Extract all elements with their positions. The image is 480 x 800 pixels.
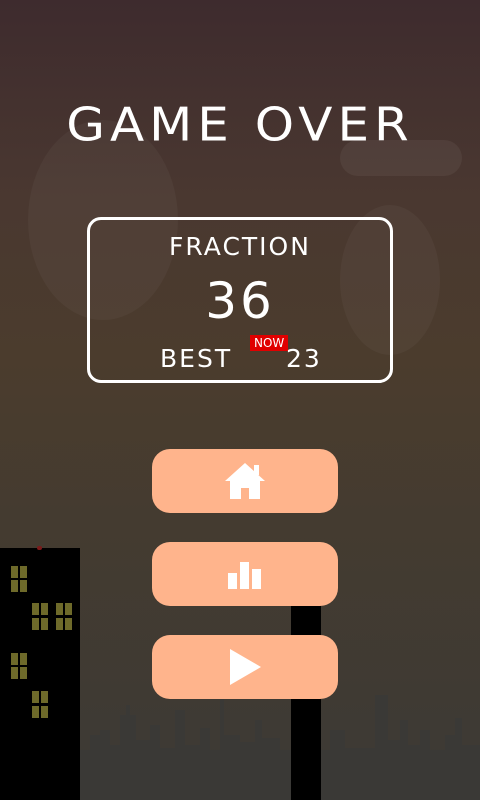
window bbox=[56, 618, 63, 630]
window bbox=[41, 691, 48, 703]
window bbox=[32, 691, 39, 703]
window bbox=[65, 603, 72, 615]
window bbox=[20, 566, 27, 578]
window bbox=[32, 603, 39, 615]
home-button[interactable] bbox=[152, 449, 338, 513]
window bbox=[11, 580, 18, 592]
home-icon bbox=[225, 463, 265, 499]
play-button[interactable] bbox=[152, 635, 338, 699]
score-value: 36 bbox=[205, 272, 275, 330]
score-label: FRACTION bbox=[169, 232, 311, 261]
best-label: BEST bbox=[160, 344, 233, 373]
window bbox=[41, 603, 48, 615]
new-record-badge: NOW bbox=[250, 335, 289, 351]
window bbox=[41, 618, 48, 630]
leaderboard-button[interactable] bbox=[152, 542, 338, 606]
window bbox=[20, 653, 27, 665]
window bbox=[20, 580, 27, 592]
score-panel: FRACTION 36 BEST NOW 23 bbox=[87, 217, 393, 383]
window bbox=[32, 706, 39, 718]
window bbox=[11, 667, 18, 679]
antenna-light bbox=[37, 546, 42, 550]
play-icon bbox=[230, 649, 261, 685]
game-over-title: GAME OVER bbox=[66, 98, 414, 152]
window bbox=[41, 706, 48, 718]
window bbox=[32, 618, 39, 630]
window bbox=[56, 603, 63, 615]
best-value: 23 bbox=[286, 344, 322, 373]
window bbox=[65, 618, 72, 630]
building-left bbox=[0, 546, 80, 800]
bar-chart-icon bbox=[228, 562, 261, 589]
window bbox=[11, 653, 18, 665]
window bbox=[11, 566, 18, 578]
window bbox=[20, 667, 27, 679]
